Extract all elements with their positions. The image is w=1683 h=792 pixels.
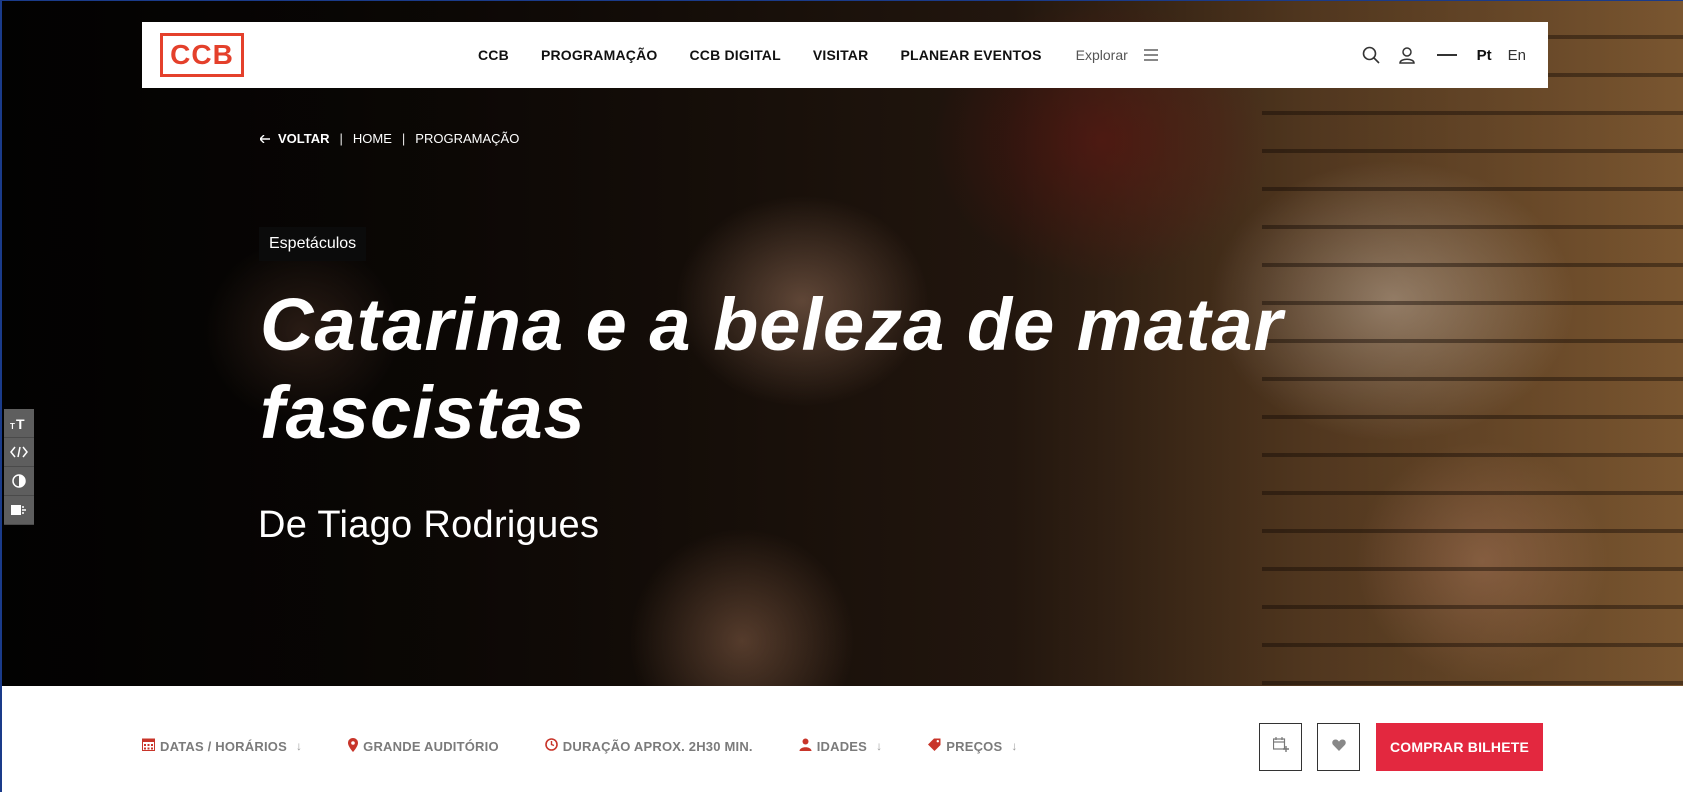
explore-label: Explorar xyxy=(1075,47,1128,63)
svg-text:T: T xyxy=(10,422,15,430)
price-tag-icon xyxy=(928,738,941,754)
header-tools: Pt En xyxy=(1361,22,1526,88)
accessibility-toolbar: TT xyxy=(4,409,34,525)
add-to-calendar-button[interactable] xyxy=(1259,723,1302,771)
clock-icon xyxy=(544,738,558,754)
event-info-items: DATAS / HORÁRIOS ↓ GRANDE AUDITÓRIO DURA… xyxy=(142,686,1018,792)
dates-schedule-button[interactable]: DATAS / HORÁRIOS ↓ xyxy=(142,738,302,754)
nav-item-planear-eventos[interactable]: PLANEAR EVENTOS xyxy=(900,47,1041,63)
calendar-add-icon xyxy=(1272,737,1289,757)
lang-pt[interactable]: Pt xyxy=(1477,47,1492,64)
favorite-button[interactable] xyxy=(1317,723,1360,771)
svg-text:T: T xyxy=(16,416,25,430)
nav-item-ccb[interactable]: CCB xyxy=(478,47,509,63)
lang-en[interactable]: En xyxy=(1508,47,1526,64)
nav-item-programacao[interactable]: PROGRAMAÇÃO xyxy=(541,47,658,63)
event-author: De Tiago Rodrigues xyxy=(258,504,600,546)
duration-info: DURAÇÃO APROX. 2H30 MIN. xyxy=(544,738,753,754)
calendar-icon xyxy=(142,738,155,754)
prices-label: PREÇOS xyxy=(946,738,1003,754)
person-icon xyxy=(799,738,812,754)
breadcrumb-home[interactable]: HOME xyxy=(353,131,392,146)
back-label: VOLTAR xyxy=(278,131,330,146)
heart-icon xyxy=(1331,738,1346,756)
arrow-left-icon xyxy=(259,131,270,146)
venue-info: GRANDE AUDITÓRIO xyxy=(348,737,499,755)
breadcrumb-separator: | xyxy=(339,131,343,146)
user-icon[interactable] xyxy=(1397,45,1417,65)
main-nav: CCB PROGRAMAÇÃO CCB DIGITAL VISITAR PLAN… xyxy=(478,22,1158,88)
event-title: Catarina e a beleza de matar fascistas xyxy=(260,283,1284,454)
breadcrumb: VOLTAR | HOME | PROGRAMAÇÃO xyxy=(259,131,519,146)
venue-label: GRANDE AUDITÓRIO xyxy=(363,738,499,754)
nav-item-visitar[interactable]: VISITAR xyxy=(813,47,869,63)
explore-menu-button[interactable]: Explorar xyxy=(1076,47,1158,63)
ages-label: IDADES xyxy=(816,738,868,754)
dates-label: DATAS / HORÁRIOS xyxy=(160,738,287,754)
text-size-icon[interactable]: TT xyxy=(4,409,34,438)
arrow-down-icon: ↓ xyxy=(876,739,883,753)
duration-label: DURAÇÃO APROX. 2H30 MIN. xyxy=(562,738,753,754)
breadcrumb-programacao[interactable]: PROGRAMAÇÃO xyxy=(415,131,519,146)
event-info-bar: DATAS / HORÁRIOS ↓ GRANDE AUDITÓRIO DURA… xyxy=(2,686,1683,792)
buy-ticket-button[interactable]: COMPRAR BILHETE xyxy=(1376,723,1543,771)
ccb-logo[interactable]: CCB xyxy=(160,33,244,77)
back-button[interactable]: VOLTAR xyxy=(259,131,330,146)
code-icon[interactable] xyxy=(4,438,34,467)
arrow-down-icon: ↓ xyxy=(295,739,303,753)
arrow-down-icon: ↓ xyxy=(1011,739,1018,753)
ages-button[interactable]: IDADES ↓ xyxy=(799,738,883,754)
nav-item-ccb-digital[interactable]: CCB DIGITAL xyxy=(689,47,780,63)
contrast-icon[interactable] xyxy=(4,467,34,496)
prices-button[interactable]: PREÇOS ↓ xyxy=(928,738,1017,754)
category-tag[interactable]: Espetáculos xyxy=(259,227,367,261)
menu-icon xyxy=(1143,49,1158,61)
header-bar: CCB CCB PROGRAMAÇÃO CCB DIGITAL VISITAR … xyxy=(142,22,1548,88)
page: CCB CCB PROGRAMAÇÃO CCB DIGITAL VISITAR … xyxy=(0,0,1683,792)
breadcrumb-separator: | xyxy=(401,131,406,146)
divider-line xyxy=(1436,54,1457,56)
search-icon[interactable] xyxy=(1361,45,1381,65)
speaker-icon[interactable] xyxy=(4,496,34,525)
location-pin-icon xyxy=(348,737,359,755)
